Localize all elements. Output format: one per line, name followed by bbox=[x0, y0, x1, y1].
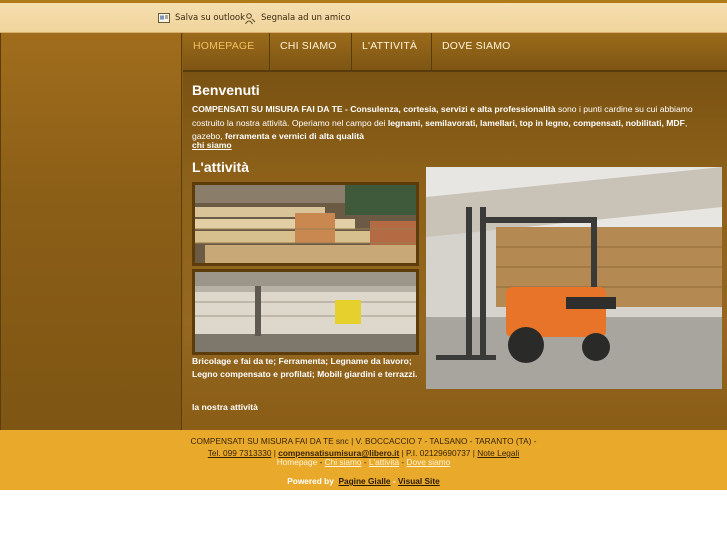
main-area: HOMEPAGE CHI SIAMO L'ATTIVITÀ DOVE SIAMO… bbox=[0, 33, 727, 430]
lumber-photo bbox=[192, 182, 419, 266]
footer-powered: Powered by Pagine Gialle - Visual Site bbox=[0, 476, 727, 486]
content-area: Benvenuti COMPENSATI SU MISURA FAI DA TE… bbox=[183, 72, 727, 430]
powered-by-label: Powered by bbox=[287, 476, 334, 486]
footer-nav-dove-siamo[interactable]: Dove siamo bbox=[406, 457, 450, 467]
activity-title: L'attività bbox=[192, 159, 250, 175]
save-outlook-link[interactable]: Salva su outlook bbox=[158, 12, 245, 24]
footer: COMPENSATI SU MISURA FAI DA TE snc | V. … bbox=[0, 430, 727, 490]
report-friend-link[interactable]: Segnala ad un amico bbox=[244, 12, 351, 25]
footer-nav-homepage[interactable]: Homepage bbox=[277, 457, 318, 467]
nav-homepage[interactable]: HOMEPAGE bbox=[183, 33, 270, 70]
activity-caption: Bricolage e fai da te; Ferramenta; Legna… bbox=[192, 356, 418, 379]
save-outlook-label: Salva su outlook bbox=[175, 13, 246, 23]
nav-dove-siamo[interactable]: DOVE SIAMO bbox=[432, 33, 522, 70]
footer-company-info: COMPENSATI SU MISURA FAI DA TE snc | V. … bbox=[190, 436, 537, 446]
saw-photo bbox=[192, 269, 419, 355]
forklift-photo bbox=[426, 167, 722, 389]
left-sidebar bbox=[0, 33, 182, 430]
report-friend-label: Segnala ad un amico bbox=[261, 13, 351, 23]
person-icon bbox=[244, 13, 256, 25]
powered-sep: - bbox=[390, 476, 398, 486]
intro-bold-2: legnami, semilavorati, lamellari, top in… bbox=[387, 117, 685, 128]
welcome-paragraph: COMPENSATI SU MISURA FAI DA TE - Consule… bbox=[192, 103, 720, 143]
footer-nav-sep: - bbox=[361, 457, 369, 467]
pagine-gialle-link[interactable]: Pagine Gialle bbox=[338, 476, 390, 486]
footer-nav-attivita[interactable]: L'attività bbox=[369, 457, 399, 467]
footer-navigation: Homepage - Chi siamo - L'attività - Dove… bbox=[0, 457, 727, 467]
intro-bold-1: COMPENSATI SU MISURA FAI DA TE - Consule… bbox=[192, 104, 556, 114]
nostra-attivita-link[interactable]: la nostra attività bbox=[192, 402, 258, 412]
intro-bold-3: ferramenta e vernici di alta qualità bbox=[224, 131, 364, 141]
nav-chi-siamo[interactable]: CHI SIAMO bbox=[270, 33, 352, 70]
top-utility-bar: Salva su outlook Segnala ad un amico bbox=[0, 0, 727, 33]
visual-site-link[interactable]: Visual Site bbox=[398, 476, 440, 486]
main-navigation: HOMEPAGE CHI SIAMO L'ATTIVITÀ DOVE SIAMO bbox=[183, 33, 727, 72]
nav-attivita[interactable]: L'ATTIVITÀ bbox=[352, 33, 432, 70]
chi-siamo-link[interactable]: chi siamo bbox=[192, 140, 232, 150]
outlook-icon bbox=[158, 13, 170, 23]
welcome-title: Benvenuti bbox=[192, 82, 260, 98]
footer-nav-chi-siamo[interactable]: Chi siamo bbox=[325, 457, 362, 467]
footer-nav-sep: - bbox=[317, 457, 325, 467]
